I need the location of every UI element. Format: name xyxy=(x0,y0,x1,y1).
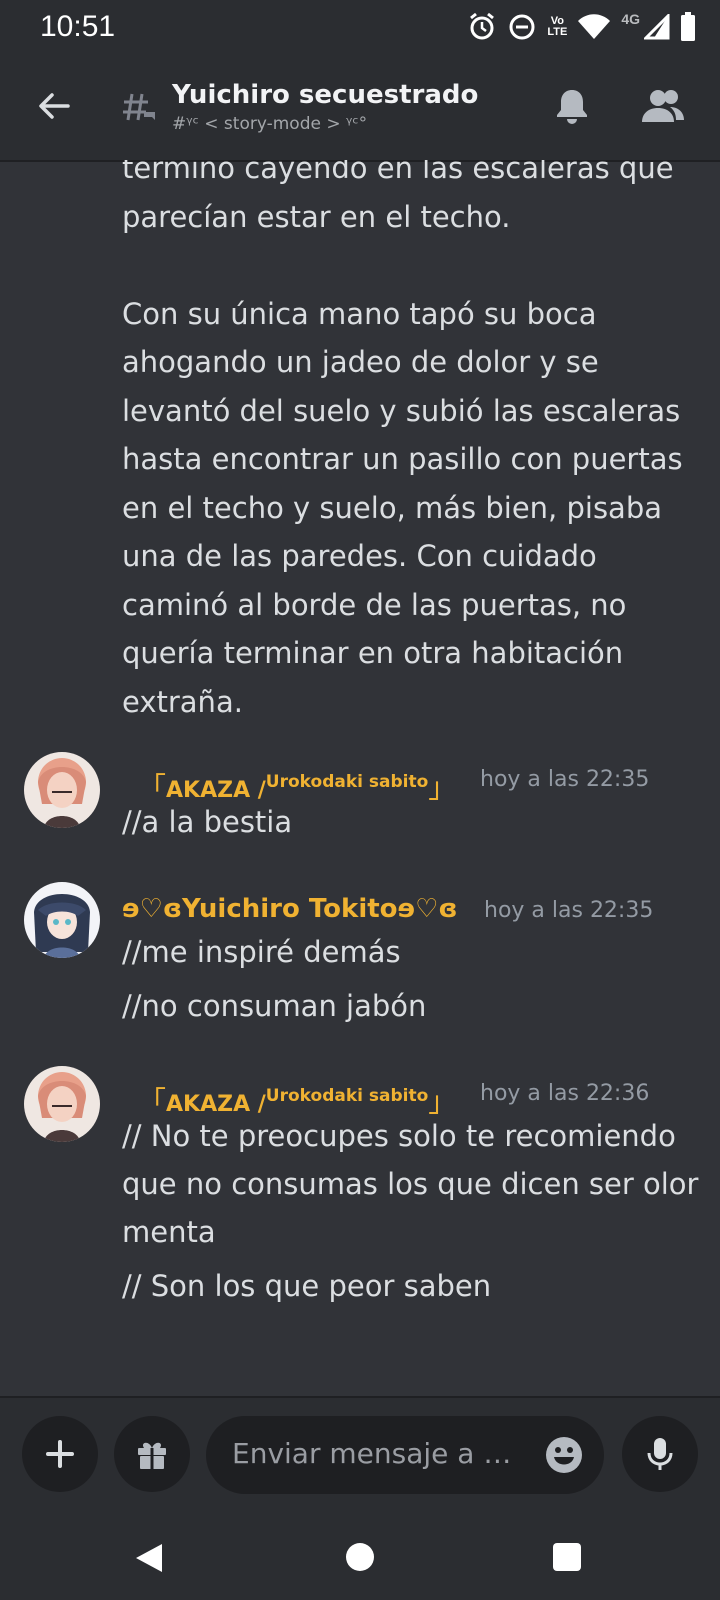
message-timestamp: hoy a las 22:35 xyxy=(480,767,650,792)
bell-icon xyxy=(557,90,587,124)
story-message-text: terminó cayendo en las escaleras que par… xyxy=(122,160,683,719)
voice-button[interactable] xyxy=(622,1416,698,1492)
notifications-button[interactable] xyxy=(552,86,592,126)
message-input[interactable]: Enviar mensaje a … xyxy=(206,1416,604,1494)
battery-icon xyxy=(680,12,696,42)
attach-button[interactable] xyxy=(22,1416,98,1492)
message-text: //no consuman jabón xyxy=(122,989,427,1023)
status-bar: 10:51 Vo LTE 4G xyxy=(0,0,720,56)
plus-icon xyxy=(46,1440,74,1468)
back-arrow-icon xyxy=(39,93,70,119)
message-timestamp: hoy a las 22:36 xyxy=(480,1081,650,1106)
message-text: //me inspiré demás xyxy=(122,935,401,969)
thread-hash-icon xyxy=(122,90,158,126)
message-text: // Son los que peor saben xyxy=(122,1269,492,1303)
message-author[interactable]: ɘ♡ɞYuichiro Tokitoɘ♡ɞ xyxy=(122,894,458,924)
gift-button[interactable] xyxy=(114,1416,190,1492)
volte-icon: Vo LTE xyxy=(547,16,567,38)
wifi-icon xyxy=(577,13,611,41)
members-button[interactable] xyxy=(640,86,686,126)
system-nav-bar xyxy=(0,1516,720,1600)
volte-bottom-label: LTE xyxy=(547,26,568,38)
nav-back-icon xyxy=(136,1544,162,1572)
message-timestamp: hoy a las 22:35 xyxy=(484,898,654,923)
message-list[interactable]: terminó cayendo en las escaleras que par… xyxy=(0,160,720,1396)
message-text: //a la bestia xyxy=(122,805,293,839)
alarm-icon xyxy=(467,12,497,42)
microphone-icon xyxy=(647,1438,673,1470)
gift-icon xyxy=(138,1442,166,1469)
message-input-placeholder: Enviar mensaje a … xyxy=(232,1437,512,1470)
signal-icon xyxy=(644,14,670,40)
author-subname: Urokodaki sabito xyxy=(265,1086,429,1106)
author-subname: Urokodaki sabito xyxy=(265,772,429,792)
channel-topic[interactable]: #ᵞᶜ < story-mode > ᵞᶜ° xyxy=(172,114,367,134)
avatar[interactable] xyxy=(24,882,100,958)
nav-recents-icon[interactable] xyxy=(553,1543,581,1571)
nav-home-icon[interactable] xyxy=(346,1543,374,1571)
avatar[interactable] xyxy=(24,1066,100,1142)
message-text: // No te preocupes solo te recomiendo qu… xyxy=(122,1119,699,1249)
channel-title[interactable]: Yuichiro secuestrado xyxy=(172,80,478,110)
channel-header: Yuichiro secuestrado #ᵞᶜ < story-mode > … xyxy=(0,56,720,162)
emoji-button[interactable] xyxy=(544,1435,584,1475)
members-icon xyxy=(642,90,684,122)
back-button[interactable] xyxy=(34,86,74,126)
avatar[interactable] xyxy=(24,752,100,828)
nav-back-button[interactable] xyxy=(134,1542,164,1578)
status-icons: Vo LTE 4G xyxy=(467,10,696,44)
status-time: 10:51 xyxy=(40,10,116,43)
do-not-disturb-icon xyxy=(507,12,537,42)
network-type-label: 4G xyxy=(621,11,640,27)
message-composer: Enviar mensaje a … xyxy=(0,1396,720,1518)
emoji-icon xyxy=(546,1437,582,1473)
